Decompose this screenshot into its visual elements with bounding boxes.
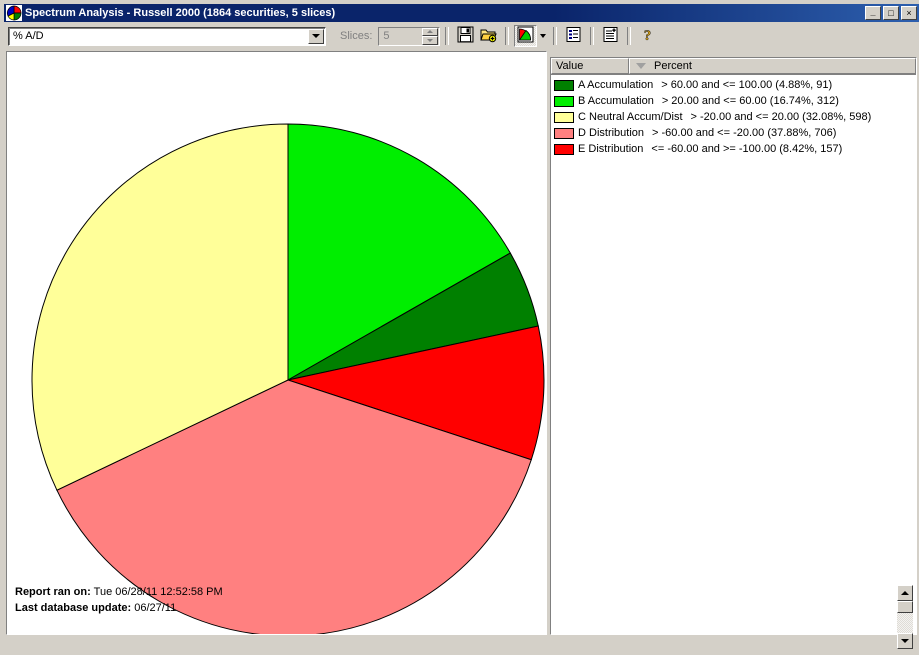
- legend-row-label: C Neutral Accum/Dist: [578, 111, 683, 123]
- chevron-down-icon[interactable]: [308, 28, 324, 44]
- legend-column-value[interactable]: Value: [551, 58, 629, 74]
- last-update-line: Last database update: 06/27/11: [15, 600, 223, 616]
- close-icon: ×: [906, 7, 912, 18]
- report-ran-value: Tue 06/28/11 12:52:58 PM: [93, 586, 223, 598]
- legend-column-value-label: Value: [556, 60, 584, 72]
- toolbar-divider: [505, 27, 510, 45]
- slices-stepper-buttons: [422, 27, 439, 45]
- scrollbar-thumb[interactable]: [897, 601, 913, 613]
- pie-chart-icon: [6, 5, 22, 21]
- legend-column-percent[interactable]: Percent: [629, 58, 916, 74]
- open-button[interactable]: [477, 25, 500, 47]
- slices-value: 5: [383, 30, 390, 42]
- chevron-up-icon: [901, 591, 909, 595]
- open-folder-icon: [480, 26, 498, 46]
- chevron-down-glyph: [312, 34, 320, 38]
- minimize-icon: _: [870, 7, 876, 17]
- add-report-button[interactable]: [599, 25, 622, 47]
- svg-text:?: ?: [644, 28, 652, 43]
- report-ran-line: Report ran on: Tue 06/28/11 12:52:58 PM: [15, 584, 223, 600]
- legend-row-range: > -60.00 and <= -20.00 (37.88%, 706): [652, 127, 837, 139]
- scroll-up-button[interactable]: [897, 585, 913, 601]
- scrollbar-track[interactable]: [897, 613, 913, 633]
- maximize-icon: □: [888, 7, 894, 18]
- legend-row[interactable]: B Accumulation > 20.00 and <= 60.00 (16.7…: [551, 93, 916, 109]
- save-button[interactable]: [454, 25, 477, 47]
- legend-color-swatch: [554, 95, 574, 107]
- legend-column-percent-label: Percent: [654, 60, 692, 72]
- window-controls: _ □ ×: [865, 6, 919, 20]
- legend-row[interactable]: C Neutral Accum/Dist > -20.00 and <= 20.0…: [551, 109, 916, 125]
- title-bar: Spectrum Analysis - Russell 2000 (1864 s…: [4, 4, 919, 22]
- chevron-up-icon: [427, 30, 434, 34]
- legend-panel: Value Percent A Accumulation > 60.00 and …: [550, 57, 917, 635]
- last-update-value: 06/27/11: [134, 602, 177, 614]
- legend-list: A Accumulation > 60.00 and <= 100.00 (4.8…: [551, 75, 916, 157]
- list-add-icon: [602, 26, 619, 46]
- report-button[interactable]: [562, 25, 585, 47]
- legend-row-range: > 60.00 and <= 100.00 (4.88%, 91): [661, 79, 833, 91]
- application-window: Spectrum Analysis - Russell 2000 (1864 s…: [0, 0, 919, 655]
- legend-row-range: > 20.00 and <= 60.00 (16.74%, 312): [661, 95, 839, 107]
- chart-panel: Report ran on: Tue 06/28/11 12:52:58 PM …: [6, 51, 547, 635]
- close-button[interactable]: ×: [901, 6, 917, 20]
- pie-chart[interactable]: [7, 52, 546, 634]
- toolbar: % A/D Slices: 5 ?: [4, 23, 919, 49]
- legend-row[interactable]: A Accumulation > 60.00 and <= 100.00 (4.8…: [551, 77, 916, 93]
- legend-header: Value Percent: [551, 58, 916, 75]
- chevron-down-icon: [901, 639, 909, 643]
- legend-row[interactable]: E Distribution <= -60.00 and >= -100.00 (…: [551, 141, 916, 157]
- field-select-value: % A/D: [13, 30, 44, 42]
- toolbar-divider: [553, 27, 558, 45]
- legend-row-range: <= -60.00 and >= -100.00 (8.42%, 157): [651, 143, 843, 155]
- slices-decrement-button[interactable]: [422, 36, 439, 45]
- legend-row[interactable]: D Distribution > -60.00 and <= -20.00 (37…: [551, 125, 916, 141]
- toolbar-divider: [445, 27, 450, 45]
- legend-row-label: E Distribution: [578, 143, 644, 155]
- legend-color-swatch: [554, 111, 574, 123]
- slices-label: Slices:: [340, 30, 373, 42]
- maximize-button[interactable]: □: [883, 6, 899, 20]
- minimize-button[interactable]: _: [865, 6, 881, 20]
- legend-row-label: D Distribution: [578, 127, 645, 139]
- legend-color-swatch: [554, 127, 574, 139]
- pie-chart-icon: [517, 26, 534, 46]
- question-mark-icon: ?: [639, 26, 656, 46]
- vertical-scrollbar[interactable]: [897, 585, 913, 649]
- floppy-disk-icon: [457, 26, 474, 46]
- legend-row-label: A Accumulation: [578, 79, 654, 91]
- scroll-down-button[interactable]: [897, 633, 913, 649]
- legend-row-range: > -20.00 and <= 20.00 (32.08%, 598): [690, 111, 872, 123]
- chart-type-button[interactable]: [514, 25, 538, 47]
- last-update-label: Last database update:: [15, 602, 132, 614]
- field-select[interactable]: % A/D: [8, 26, 326, 46]
- slices-stepper[interactable]: 5: [378, 26, 441, 46]
- legend-color-swatch: [554, 143, 574, 155]
- legend-row-label: B Accumulation: [578, 95, 654, 107]
- window-title: Spectrum Analysis - Russell 2000 (1864 s…: [25, 7, 336, 19]
- chevron-down-icon: [427, 38, 434, 42]
- slices-increment-button[interactable]: [422, 27, 439, 36]
- chart-type-dropdown-button[interactable]: [537, 25, 548, 47]
- chevron-down-icon: [539, 34, 546, 38]
- toolbar-divider: [590, 27, 595, 45]
- sort-descending-icon: [636, 63, 646, 69]
- report-ran-label: Report ran on:: [15, 586, 91, 598]
- report-footer: Report ran on: Tue 06/28/11 12:52:58 PM …: [15, 584, 223, 616]
- help-button[interactable]: ?: [636, 25, 659, 47]
- toolbar-divider: [627, 27, 632, 45]
- list-report-icon: [565, 26, 582, 46]
- legend-color-swatch: [554, 79, 574, 91]
